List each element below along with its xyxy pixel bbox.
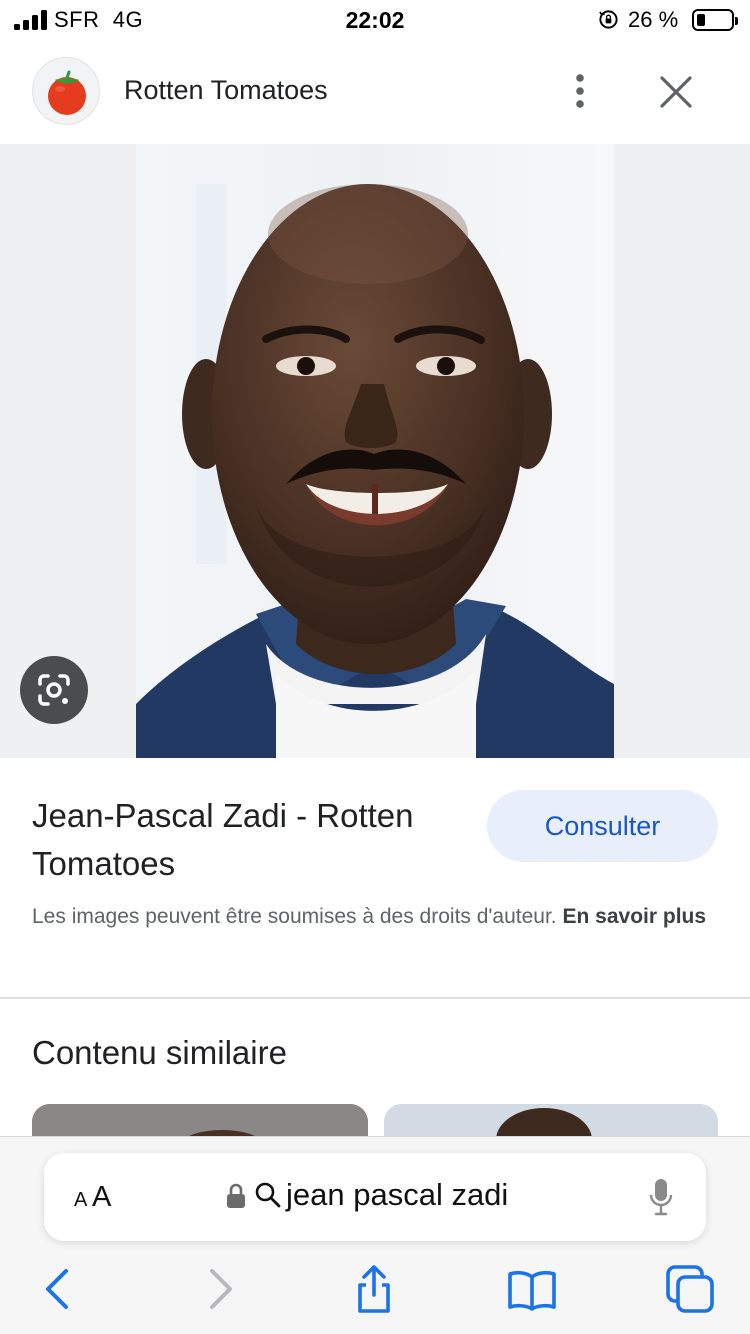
person-photo[interactable] [136, 144, 614, 758]
tabs-icon [666, 1265, 714, 1313]
similar-content-heading: Contenu similaire [32, 1034, 287, 1071]
site-logo[interactable] [32, 57, 100, 125]
search-icon [255, 1182, 281, 1208]
browser-toolbar: A A jean pascal zadi [0, 1136, 750, 1334]
google-lens-icon [38, 674, 70, 706]
microphone-icon[interactable] [648, 1177, 674, 1217]
consult-button[interactable]: Consulter [487, 790, 718, 862]
result-title[interactable]: Jean-Pascal Zadi - Rotten Tomatoes [32, 792, 472, 888]
address-bar[interactable]: A A jean pascal zadi [44, 1153, 706, 1241]
tomato-icon [48, 70, 86, 115]
url-query-text: jean pascal zadi [286, 1177, 509, 1212]
share-button[interactable] [346, 1261, 402, 1317]
lock-icon [227, 1183, 245, 1208]
share-icon [358, 1265, 390, 1313]
bookmarks-button[interactable] [504, 1261, 560, 1317]
source-header: Rotten Tomatoes [0, 42, 750, 144]
text-size-button[interactable]: A A [74, 1177, 124, 1217]
portrait-illustration [136, 144, 614, 758]
section-divider [0, 997, 750, 999]
more-options-button[interactable] [560, 70, 600, 110]
status-bar: SFR 4G 22:02 26 % [0, 0, 750, 42]
battery-percent: 26 % [628, 7, 679, 32]
copyright-text: Les images peuvent être soumises à des d… [32, 905, 557, 928]
image-preview [0, 144, 750, 758]
learn-more-link[interactable]: En savoir plus [563, 905, 707, 928]
forward-icon [210, 1269, 232, 1309]
tabs-button[interactable] [662, 1261, 718, 1317]
copyright-notice: Les images peuvent être soumises à des d… [32, 900, 722, 933]
battery-icon [692, 9, 738, 31]
close-icon [660, 76, 692, 108]
more-vert-icon [576, 74, 584, 108]
forward-button[interactable] [192, 1261, 248, 1317]
bookmarks-icon [508, 1270, 556, 1311]
site-title: Rotten Tomatoes [124, 75, 328, 105]
close-button[interactable] [654, 70, 698, 114]
back-button[interactable] [30, 1261, 86, 1317]
back-icon [46, 1269, 68, 1309]
lens-search-button[interactable] [20, 656, 88, 724]
orientation-lock-icon [599, 10, 618, 29]
